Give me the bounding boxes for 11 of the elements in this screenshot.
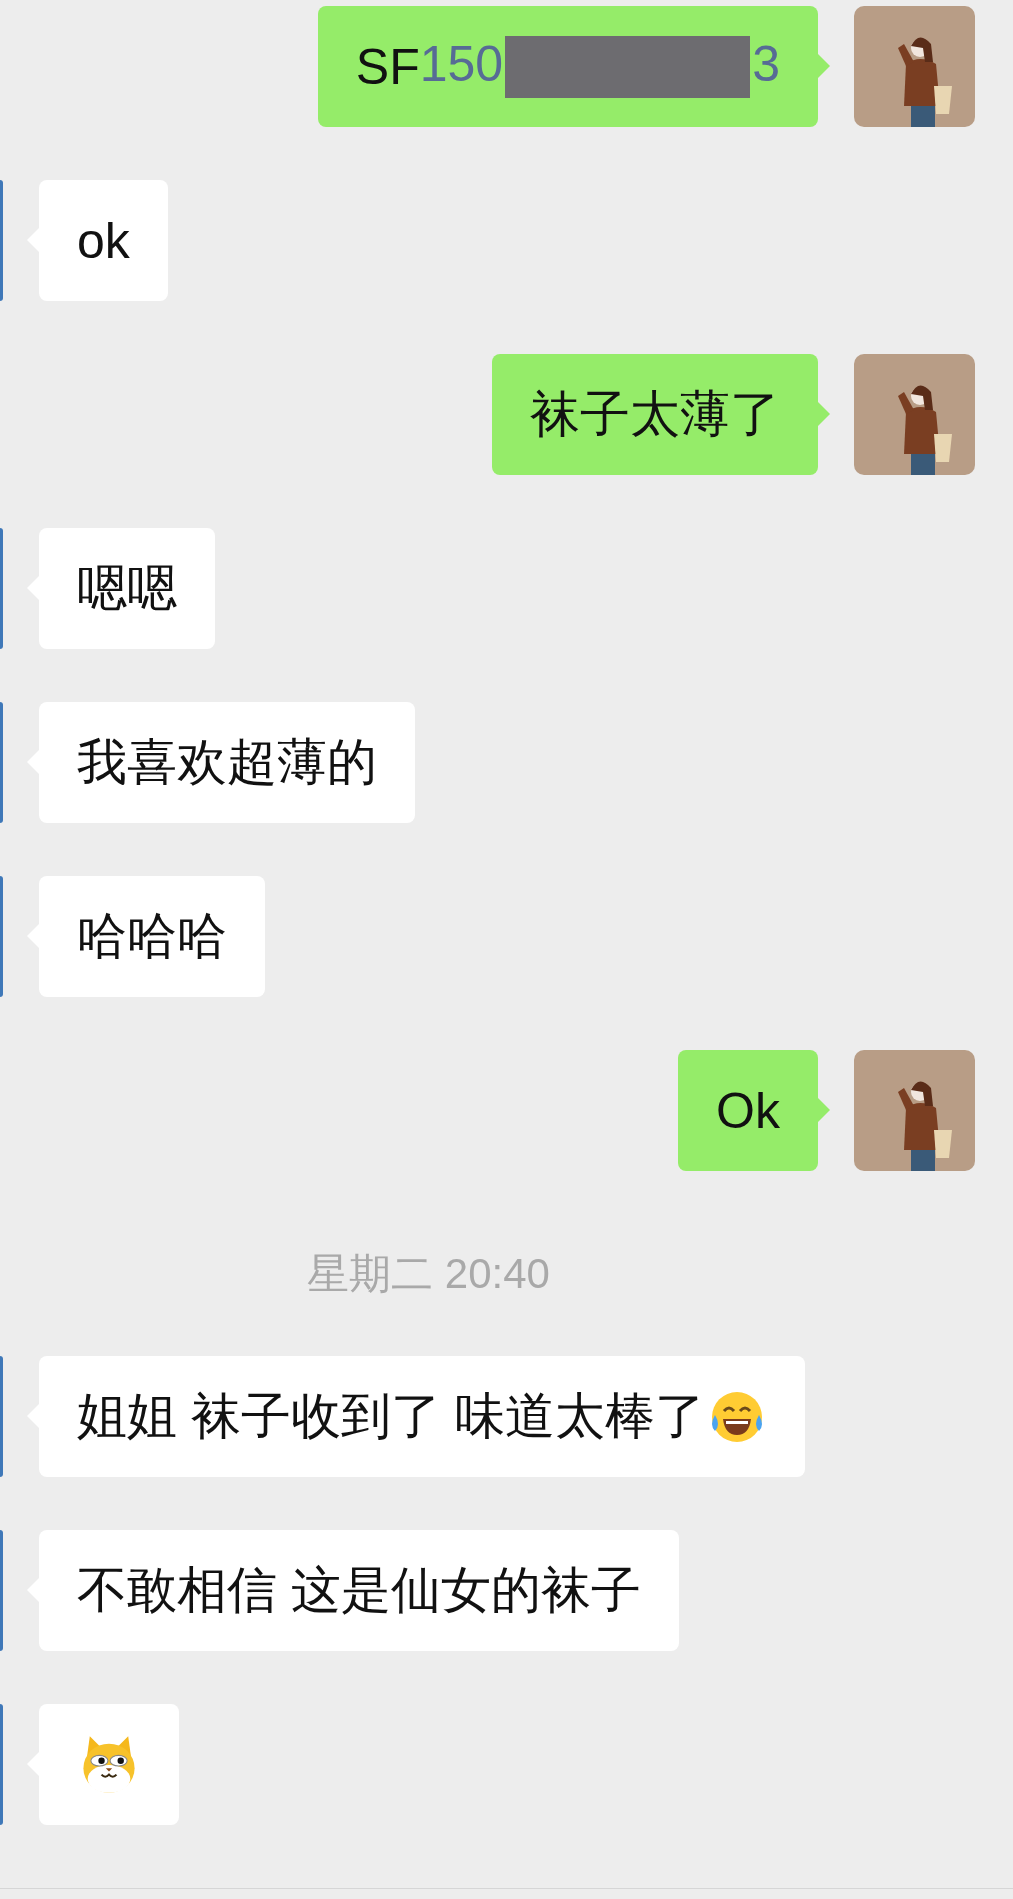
tracking-link[interactable]: 150 3: [419, 34, 780, 99]
message-text: ok: [77, 211, 130, 270]
timestamp: 星期二 20:40: [307, 1251, 550, 1297]
message-text: 不敢相信 这是仙女的袜子: [77, 1561, 641, 1620]
tracking-number-prefix: SF: [355, 37, 420, 96]
message-text: Ok: [716, 1081, 780, 1140]
message-text: 哈哈哈: [77, 907, 227, 966]
message-text: 嗯嗯: [77, 559, 177, 618]
message-text: 袜子太薄了: [530, 385, 780, 444]
message-text: 我喜欢超薄的: [77, 733, 377, 792]
message-text: 姐姐 袜子收到了 味道太棒了: [77, 1387, 705, 1446]
